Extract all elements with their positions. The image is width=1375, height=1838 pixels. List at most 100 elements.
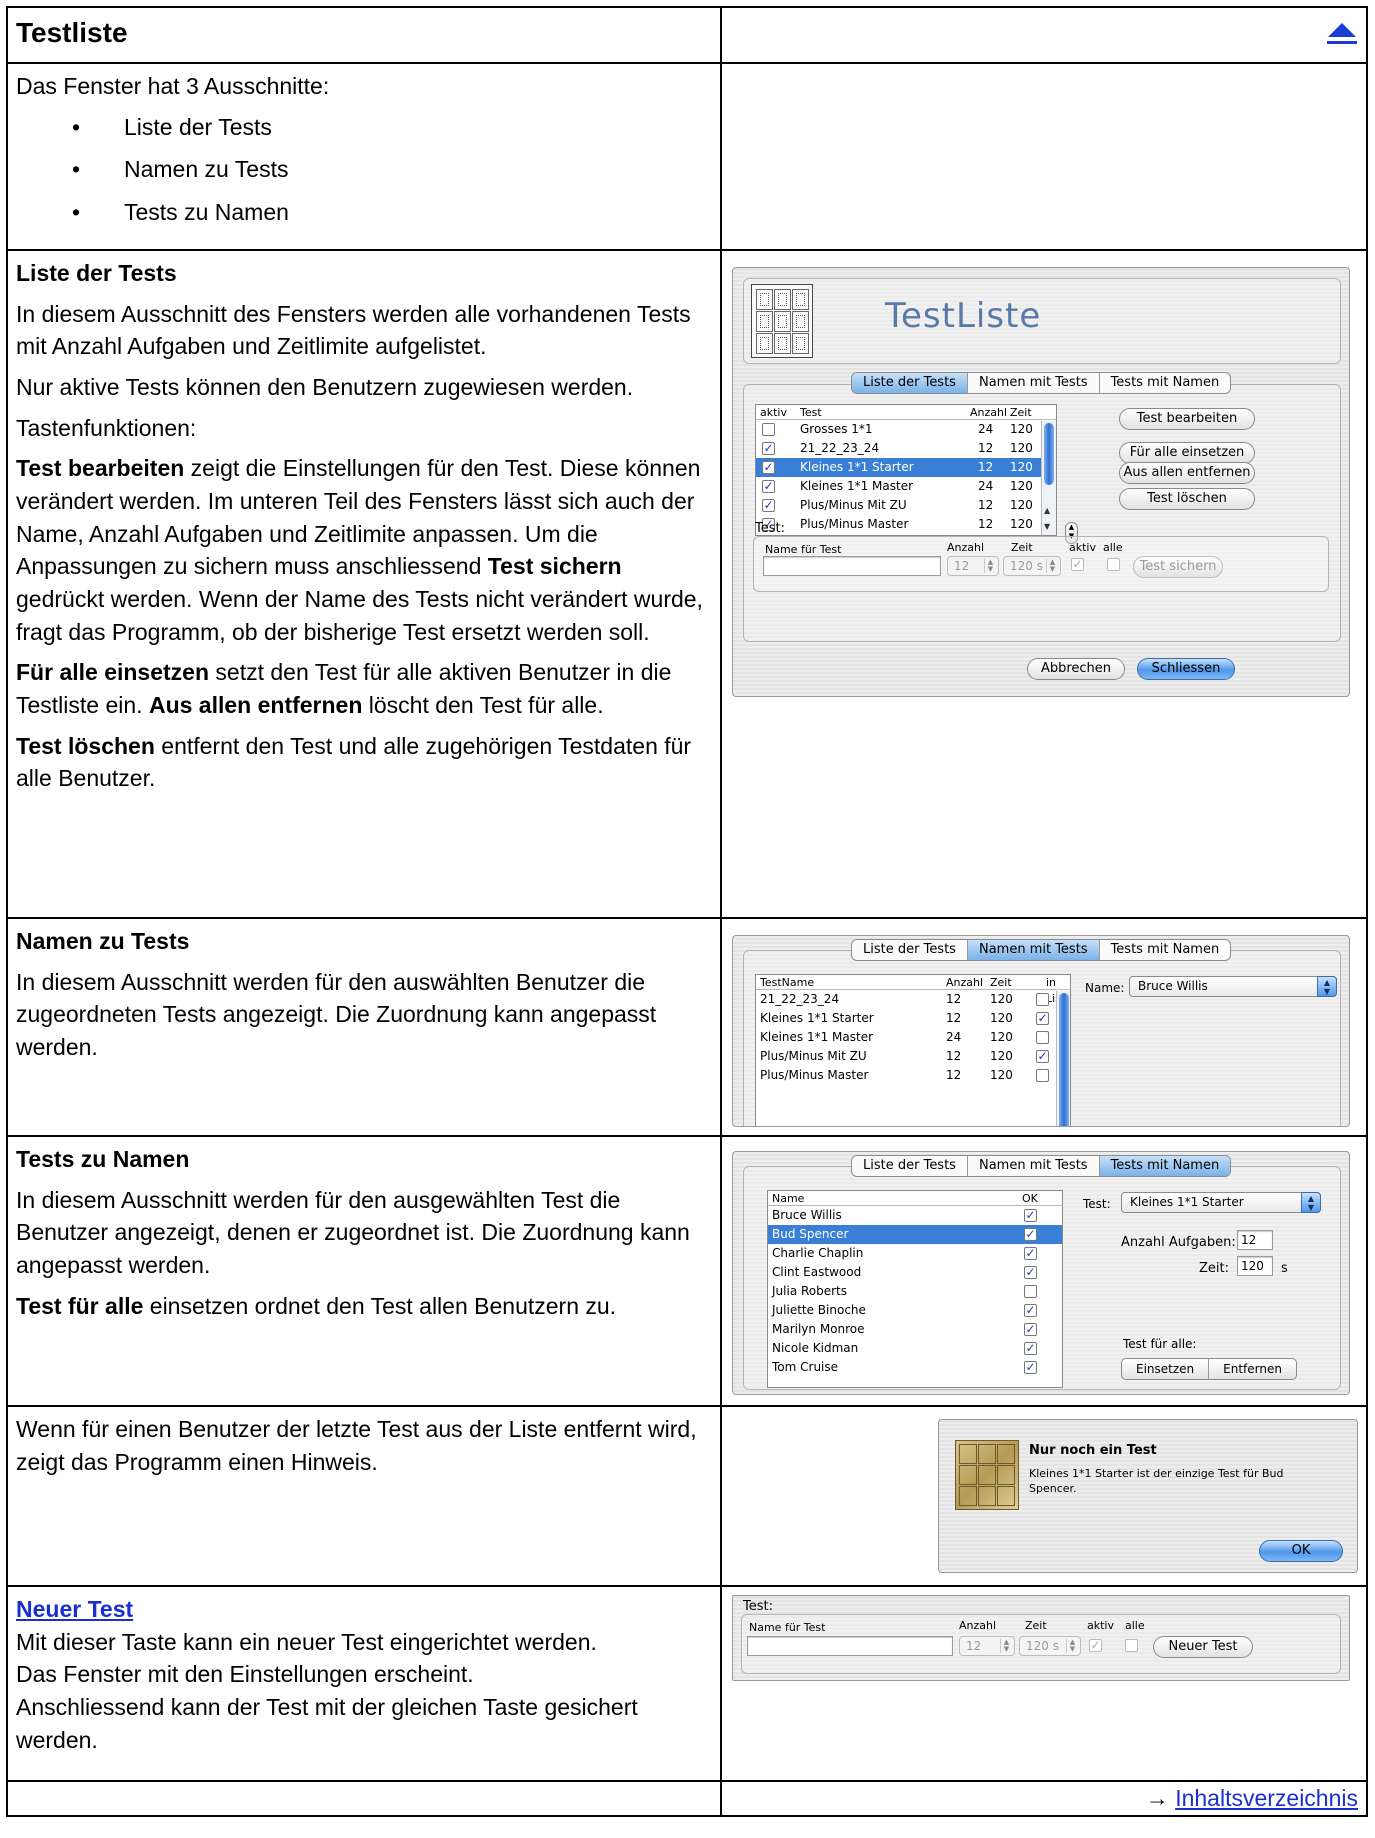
- table-row[interactable]: Plus/Minus Master 12 120: [756, 515, 1056, 534]
- names-panel: Liste der Tests Namen mit Tests Tests mi…: [732, 935, 1350, 1127]
- scrollbar[interactable]: ▲ ▼: [1041, 421, 1056, 535]
- column-header[interactable]: Anzahl: [970, 405, 1007, 421]
- aktiv-checkbox[interactable]: [762, 423, 775, 436]
- table-row[interactable]: Kleines 1*1 Starter 12 120: [756, 1009, 1070, 1028]
- entfernen-button[interactable]: Entfernen: [1208, 1359, 1296, 1379]
- table-row[interactable]: Plus/Minus Mit ZU 12 120: [756, 496, 1056, 515]
- aktiv-checkbox[interactable]: [1089, 1639, 1102, 1652]
- delete-test-button[interactable]: Test löschen: [1119, 488, 1255, 510]
- ok-checkbox[interactable]: [1024, 1361, 1037, 1374]
- toc-link[interactable]: Inhaltsverzeichnis: [1175, 1785, 1358, 1811]
- test-select[interactable]: Kleines 1*1 Starter ▲ ▼: [1121, 1192, 1321, 1213]
- name-select[interactable]: Bruce Willis ▲ ▼: [1129, 976, 1337, 997]
- tab-liste[interactable]: Liste der Tests: [852, 1156, 967, 1176]
- table-row[interactable]: 21_22_23_24 12 120: [756, 439, 1056, 458]
- table-row[interactable]: Kleines 1*1 Master 24 120: [756, 1028, 1070, 1047]
- table-row[interactable]: Juliette Binoche: [768, 1301, 1062, 1320]
- aktiv-checkbox[interactable]: [762, 461, 775, 474]
- scrollbar[interactable]: [1056, 991, 1070, 1126]
- aktiv-checkbox[interactable]: [762, 499, 775, 512]
- test-name-field[interactable]: [763, 556, 941, 576]
- column-header[interactable]: aktiv: [760, 405, 787, 421]
- in-list-checkbox[interactable]: [1036, 993, 1049, 1006]
- in-list-checkbox[interactable]: [1036, 1050, 1049, 1063]
- column-header[interactable]: Test: [800, 405, 822, 421]
- aktiv-checkbox[interactable]: [762, 442, 775, 455]
- apply-all-button[interactable]: Für alle einsetzen: [1119, 442, 1255, 464]
- field-label: aktiv: [1087, 1619, 1114, 1632]
- ok-checkbox[interactable]: [1024, 1209, 1037, 1222]
- test-name: Kleines 1*1 Master: [760, 1030, 874, 1044]
- table-row[interactable]: Nicole Kidman: [768, 1339, 1062, 1358]
- zeit-stepper[interactable]: 120 s ▲ ▼: [1003, 556, 1061, 576]
- ok-checkbox[interactable]: [1024, 1342, 1037, 1355]
- table-row[interactable]: Kleines 1*1 Starter 12 120: [756, 458, 1056, 477]
- zeit-field[interactable]: 120: [1237, 1256, 1273, 1276]
- stepper-value: 12: [966, 1639, 982, 1653]
- table-row[interactable]: Kleines 1*1 Master 24 120: [756, 477, 1056, 496]
- ok-checkbox[interactable]: [1024, 1266, 1037, 1279]
- user-name: Bud Spencer: [772, 1227, 849, 1241]
- table-row[interactable]: Bruce Willis: [768, 1206, 1062, 1225]
- close-button[interactable]: Schliessen: [1137, 658, 1235, 680]
- anzahl-field[interactable]: 12: [1237, 1230, 1273, 1250]
- tab-tests[interactable]: Tests mit Namen: [1098, 373, 1231, 393]
- table-row[interactable]: Bud Spencer: [768, 1225, 1062, 1244]
- table-row[interactable]: Marilyn Monroe: [768, 1320, 1062, 1339]
- cancel-button[interactable]: Abbrechen: [1027, 658, 1125, 680]
- table-row[interactable]: 21_22_23_24 12 120: [756, 990, 1070, 1009]
- table-row[interactable]: Julia Roberts: [768, 1282, 1062, 1301]
- table-row[interactable]: Tom Cruise: [768, 1358, 1062, 1377]
- ok-checkbox[interactable]: [1024, 1285, 1037, 1298]
- column-header[interactable]: Zeit: [990, 975, 1012, 991]
- new-test-link[interactable]: Neuer Test: [16, 1596, 133, 1622]
- user-name: Charlie Chaplin: [772, 1246, 864, 1260]
- column-header[interactable]: Zeit: [1010, 405, 1032, 421]
- table-row[interactable]: Clint Eastwood: [768, 1263, 1062, 1282]
- names-tests-table[interactable]: TestName Anzahl Zeit in List 21_22_23_24…: [755, 974, 1071, 1126]
- users-table[interactable]: Name OK Bruce Willis Bud Spencer Charlie C…: [767, 1190, 1063, 1388]
- table-row[interactable]: Plus/Minus Master 12 120: [756, 1066, 1070, 1085]
- save-test-button[interactable]: Test sichern: [1133, 556, 1223, 578]
- field-label: Anzahl: [959, 1619, 997, 1632]
- term: Test bearbeiten: [16, 455, 185, 482]
- ok-checkbox[interactable]: [1024, 1323, 1037, 1336]
- table-row[interactable]: Grosses 1*1 24 120: [756, 420, 1056, 439]
- in-list-checkbox[interactable]: [1036, 1069, 1049, 1082]
- ok-checkbox[interactable]: [1024, 1228, 1037, 1241]
- new-test-button[interactable]: Neuer Test: [1153, 1636, 1253, 1658]
- aktiv-checkbox[interactable]: [1071, 558, 1084, 571]
- anzahl-stepper[interactable]: 12 ▲ ▼: [959, 1636, 1015, 1656]
- column-header[interactable]: Name: [772, 1191, 804, 1207]
- column-header[interactable]: Anzahl: [946, 975, 983, 991]
- edit-test-button[interactable]: Test bearbeiten: [1119, 408, 1255, 430]
- tests-table[interactable]: aktiv Test Anzahl Zeit Grosses 1*1241202…: [755, 404, 1057, 536]
- tab-namen[interactable]: Namen mit Tests: [966, 373, 1099, 393]
- in-list-checkbox[interactable]: [1036, 1012, 1049, 1025]
- tab-tests[interactable]: Tests mit Namen: [1098, 1156, 1231, 1176]
- remove-all-button[interactable]: Aus allen entfernen: [1119, 462, 1255, 484]
- column-header[interactable]: OK: [1022, 1191, 1038, 1207]
- tab-liste[interactable]: Liste der Tests: [852, 373, 967, 393]
- alle-checkbox[interactable]: [1125, 1639, 1138, 1652]
- arrow-up-icon[interactable]: [1324, 19, 1358, 49]
- table-row[interactable]: Plus/Minus Mit ZU 12 120: [756, 1047, 1070, 1066]
- alle-checkbox[interactable]: [1107, 558, 1120, 571]
- tab-namen[interactable]: Namen mit Tests: [966, 940, 1099, 960]
- aktiv-checkbox[interactable]: [762, 480, 775, 493]
- tab-liste[interactable]: Liste der Tests: [852, 940, 967, 960]
- ok-button[interactable]: OK: [1259, 1540, 1343, 1562]
- ok-checkbox[interactable]: [1024, 1247, 1037, 1260]
- table-row[interactable]: Charlie Chaplin: [768, 1244, 1062, 1263]
- tab-namen[interactable]: Namen mit Tests: [966, 1156, 1099, 1176]
- zeit-stepper[interactable]: 120 s ▲ ▼: [1019, 1636, 1081, 1656]
- in-list-checkbox[interactable]: [1036, 1031, 1049, 1044]
- ok-checkbox[interactable]: [1024, 1304, 1037, 1317]
- tab-tests[interactable]: Tests mit Namen: [1098, 940, 1231, 960]
- anzahl-stepper[interactable]: 12 ▲ ▼: [947, 556, 999, 576]
- page-title: Testliste: [16, 17, 128, 48]
- einsetzen-button[interactable]: Einsetzen: [1122, 1359, 1208, 1379]
- test-name-field[interactable]: [747, 1636, 953, 1656]
- field-label: Anzahl: [947, 541, 985, 554]
- column-header[interactable]: TestName: [760, 975, 814, 991]
